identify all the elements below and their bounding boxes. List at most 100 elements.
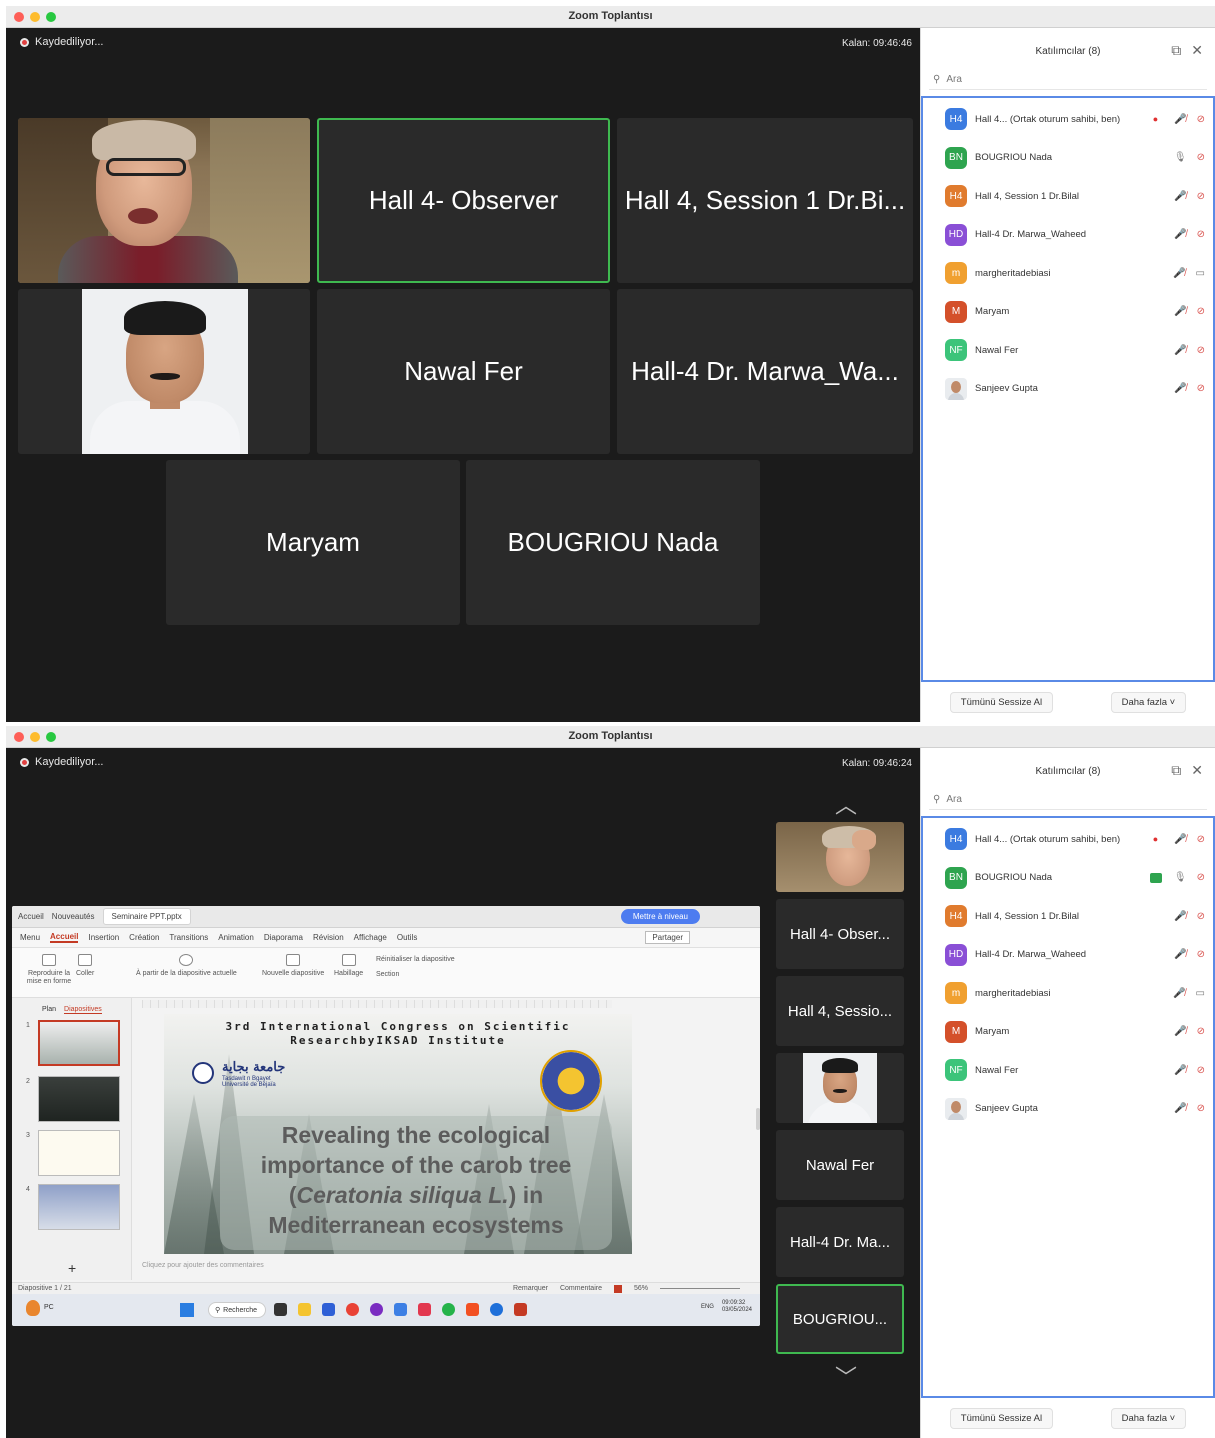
strip-tile-session1[interactable]: Hall 4, Sessio...	[776, 976, 904, 1046]
participant-row[interactable]: H4 Hall 4, Session 1 Dr.Bilal 🎤̸ ⊘	[945, 901, 1205, 931]
strip-tile-nawal[interactable]: Nawal Fer	[776, 1130, 904, 1200]
video-tile-sanjeev[interactable]	[18, 289, 310, 454]
mic-muted-icon[interactable]: 🎤̸	[1174, 383, 1186, 394]
recording-indicator[interactable]: Kaydediliyor...	[20, 756, 103, 768]
popout-icon[interactable]: ⧉	[1171, 762, 1181, 779]
video-tile-bougriou[interactable]: BOUGRIOU Nada	[466, 460, 760, 625]
mic-muted-icon[interactable]: 🎤̸	[1173, 988, 1185, 999]
tile-name: Hall-4 Dr. Marwa_Wa...	[631, 356, 899, 386]
menu-item: Création	[129, 933, 160, 942]
video-tile-maryam[interactable]: Maryam	[166, 460, 460, 625]
more-button[interactable]: Daha fazla ˅	[1110, 1407, 1187, 1429]
camera-off-icon[interactable]: ⊘	[1197, 114, 1205, 125]
tile-name: BOUGRIOU...	[792, 1310, 888, 1328]
tile-name: Hall 4- Observer	[368, 185, 559, 215]
camera-off-icon[interactable]: ⊘	[1197, 383, 1205, 394]
popout-icon[interactable]: ⧉	[1171, 42, 1181, 59]
app-icon	[322, 1303, 335, 1316]
participant-row[interactable]: HD Hall-4 Dr. Marwa_Waheed 🎤̸ ⊘	[945, 220, 1205, 250]
participant-row[interactable]: H4 Hall 4, Session 1 Dr.Bilal 🎤̸ ⊘	[945, 181, 1205, 211]
mic-muted-icon[interactable]: 🎤̸	[1174, 191, 1186, 202]
participant-row[interactable]: M Maryam 🎤̸ ⊘	[945, 297, 1205, 327]
mic-muted-icon[interactable]: 🎤̸	[1174, 229, 1186, 240]
camera-off-icon[interactable]: ⊘	[1197, 949, 1205, 960]
video-tile-nawal[interactable]: Nawal Fer	[317, 289, 610, 454]
camera-off-icon[interactable]: ⊘	[1197, 1103, 1205, 1114]
split-handle[interactable]	[756, 1108, 760, 1130]
participant-row[interactable]: BN BOUGRIOU Nada 🎙 ⊘	[945, 143, 1205, 173]
camera-off-icon[interactable]: ⊘	[1197, 1026, 1205, 1037]
camera-off-icon[interactable]: ⊘	[1197, 345, 1205, 356]
camera-off-icon[interactable]: ⊘	[1197, 306, 1205, 317]
participant-list: H4 Hall 4... (Ortak oturum sahibi, ben) ● 🎤…	[921, 96, 1215, 682]
mic-muted-icon[interactable]: 🎤̸	[1174, 1026, 1186, 1037]
avatar: NF	[945, 1059, 967, 1081]
camera-off-icon[interactable]: ⊘	[1197, 229, 1205, 240]
shared-screen[interactable]: Accueil Nouveautés Seminaire PPT.pptx Me…	[12, 906, 760, 1326]
mic-on-icon[interactable]: 🎙	[1174, 152, 1187, 163]
mic-muted-icon[interactable]: 🎤̸	[1174, 114, 1186, 125]
comment-label: Commentaire	[559, 1285, 602, 1292]
strip-tile-bougriou[interactable]: BOUGRIOU...	[776, 1284, 904, 1354]
mic-muted-icon[interactable]: 🎤̸	[1174, 1065, 1186, 1076]
menu-item: Diaporama	[263, 933, 303, 942]
video-stage: Kaydediliyor... Kalan: 09:46:46 Hall 4- …	[6, 28, 920, 722]
video-tile-session1[interactable]: Hall 4, Session 1 Dr.Bi...	[617, 118, 913, 283]
strip-tile-observer[interactable]: Hall 4- Obser...	[776, 899, 904, 969]
video-tile-marwa[interactable]: Hall-4 Dr. Marwa_Wa...	[617, 289, 913, 454]
participant-row[interactable]: m margheritadebiasi 🎤̸ ▭	[945, 978, 1205, 1008]
participant-row[interactable]: HD Hall-4 Dr. Marwa_Waheed 🎤̸ ⊘	[945, 940, 1205, 970]
participant-row[interactable]: BN BOUGRIOU Nada 🎙 ⊘	[945, 863, 1205, 893]
participant-row[interactable]: H4 Hall 4... (Ortak oturum sahibi, ben) ● 🎤…	[945, 824, 1205, 854]
participant-row[interactable]: M Maryam 🎤̸ ⊘	[945, 1017, 1205, 1047]
mute-all-button[interactable]: Tümünü Sessize Al	[949, 1407, 1054, 1429]
participant-name: Hall 4... (Ortak oturum sahibi, ben)	[975, 113, 1121, 125]
share-button: Partager	[645, 931, 690, 944]
participant-row[interactable]: m margheritadebiasi 🎤̸ ▭	[945, 258, 1205, 288]
mic-muted-icon[interactable]: 🎤̸	[1174, 1103, 1186, 1114]
participant-row[interactable]: Sanjeev Gupta 🎤̸ ⊘	[945, 1094, 1205, 1124]
participant-row[interactable]: NF Nawal Fer 🎤̸ ⊘	[945, 335, 1205, 365]
strip-tile-host[interactable]	[776, 822, 904, 892]
profile-photo	[803, 1053, 877, 1123]
camera-off-icon[interactable]: ⊘	[1197, 872, 1205, 883]
camera-off-icon[interactable]: ⊘	[1197, 911, 1205, 922]
close-icon[interactable]: ✕	[1191, 42, 1203, 59]
camera-off-icon[interactable]: ⊘	[1197, 152, 1205, 163]
camera-off-icon[interactable]: ⊘	[1197, 834, 1205, 845]
camera-on-icon[interactable]: ▭	[1196, 988, 1205, 999]
mic-muted-icon[interactable]: 🎤̸	[1173, 268, 1185, 279]
scroll-down-icon[interactable]: ﹀	[826, 1360, 866, 1392]
more-button[interactable]: Daha fazla ˅	[1110, 691, 1187, 713]
mic-on-icon[interactable]: 🎙	[1174, 872, 1187, 883]
strip-tile-sanjeev[interactable]	[776, 1053, 904, 1123]
camera-on-icon[interactable]: ▭	[1196, 268, 1205, 279]
mute-all-button[interactable]: Tümünü Sessize Al	[949, 691, 1054, 713]
video-tile-host[interactable]	[18, 118, 310, 283]
mic-muted-icon[interactable]: 🎤̸	[1174, 911, 1186, 922]
mic-muted-icon[interactable]: 🎤̸	[1174, 834, 1186, 845]
tile-name: Nawal Fer	[805, 1156, 875, 1174]
congress-logo	[540, 1050, 602, 1112]
participant-search[interactable]: ⚲ Ara	[929, 790, 1207, 810]
scroll-up-icon[interactable]: ︿	[826, 788, 866, 820]
participant-search[interactable]: ⚲ Ara	[929, 70, 1207, 90]
recording-indicator[interactable]: Kaydediliyor...	[20, 36, 103, 48]
participant-name: Hall 4... (Ortak oturum sahibi, ben)	[975, 833, 1121, 845]
video-tile-observer[interactable]: Hall 4- Observer	[317, 118, 610, 283]
participant-row[interactable]: Sanjeev Gupta 🎤̸ ⊘	[945, 374, 1205, 404]
app-home-tab: Accueil	[18, 912, 44, 921]
avatar: m	[945, 262, 967, 284]
mic-muted-icon[interactable]: 🎤̸	[1174, 949, 1186, 960]
mic-muted-icon[interactable]: 🎤̸	[1174, 306, 1186, 317]
close-icon[interactable]: ✕	[1191, 762, 1203, 779]
avatar: H4	[945, 828, 967, 850]
camera-off-icon[interactable]: ⊘	[1197, 1065, 1205, 1076]
participant-row[interactable]: H4 Hall 4... (Ortak oturum sahibi, ben) ● 🎤…	[945, 104, 1205, 134]
mic-muted-icon[interactable]: 🎤̸	[1174, 345, 1186, 356]
add-slide-icon: +	[68, 1260, 77, 1276]
strip-tile-marwa[interactable]: Hall-4 Dr. Ma...	[776, 1207, 904, 1277]
camera-off-icon[interactable]: ⊘	[1197, 191, 1205, 202]
screenshare-stage: Kaydediliyor... Kalan: 09:46:24 Accueil …	[6, 748, 920, 1438]
participant-row[interactable]: NF Nawal Fer 🎤̸ ⊘	[945, 1055, 1205, 1085]
